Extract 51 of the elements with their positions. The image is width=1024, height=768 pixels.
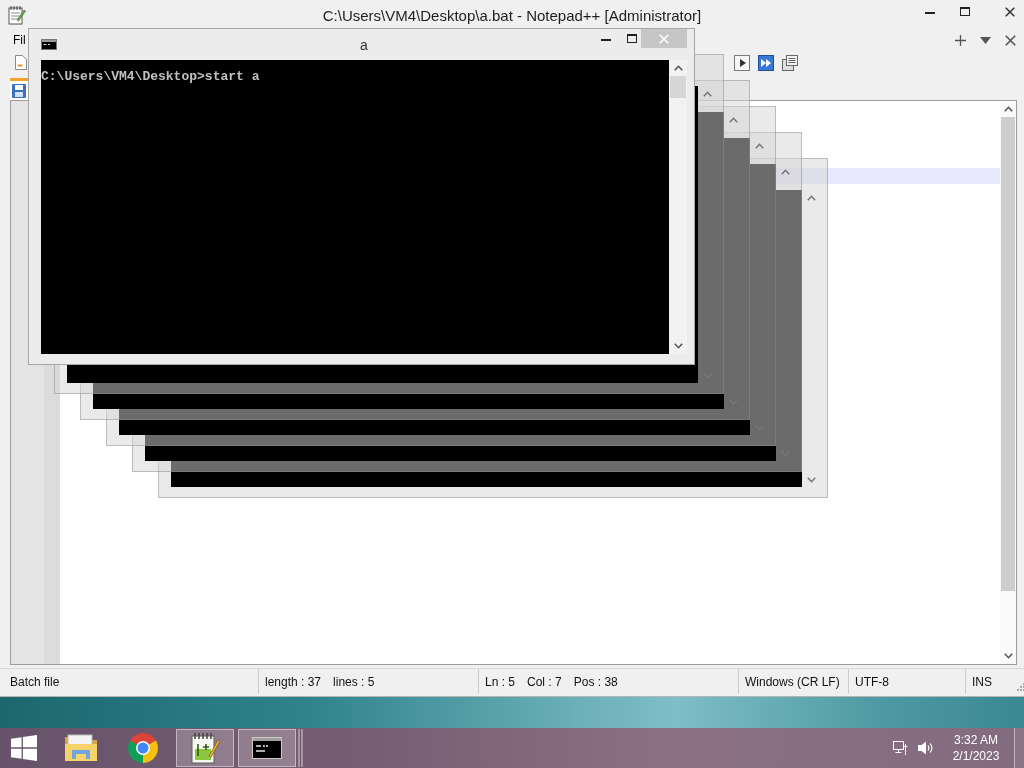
vertical-scrollbar[interactable] <box>669 60 687 354</box>
terminal-icon <box>41 39 57 50</box>
windows-logo-icon <box>11 735 37 761</box>
scroll-down-icon[interactable] <box>1003 653 1013 659</box>
network-icon[interactable] <box>893 740 909 756</box>
scroll-up-icon[interactable] <box>673 65 683 71</box>
vertical-scrollbar[interactable] <box>1000 101 1016 664</box>
status-text: INS <box>972 674 992 689</box>
status-text: Pos : 38 <box>573 674 618 689</box>
scroll-up-icon[interactable] <box>702 91 712 97</box>
document-icon[interactable] <box>15 55 27 70</box>
caret-down-icon[interactable] <box>980 36 991 44</box>
play-icon[interactable] <box>734 54 750 71</box>
close-icon[interactable] <box>1005 34 1016 46</box>
scroll-up-icon[interactable] <box>754 143 764 149</box>
taskbar-button[interactable] <box>176 729 234 767</box>
status-text: length : 37 <box>265 674 322 689</box>
fast-forward-icon[interactable] <box>758 54 774 71</box>
notepad-icon <box>8 5 26 25</box>
folder-icon <box>64 733 98 763</box>
taskbar-clock[interactable]: 3:32 AM 2/1/2023 <box>946 729 1006 767</box>
volume-icon[interactable] <box>918 740 934 756</box>
maximize-icon[interactable] <box>627 34 637 43</box>
scrollbar-thumb[interactable] <box>1001 117 1015 591</box>
scroll-up-icon[interactable] <box>1003 106 1013 112</box>
status-text: UTF-8 <box>855 674 889 689</box>
scroll-up-icon[interactable] <box>806 195 816 201</box>
plus-icon[interactable] <box>955 34 966 46</box>
menu-item[interactable]: Fil <box>13 33 26 47</box>
scroll-up-icon[interactable] <box>780 169 790 175</box>
scroll-down-icon[interactable] <box>806 477 816 483</box>
browser-icon <box>127 732 159 764</box>
status-text: Batch file <box>10 674 60 689</box>
status-text: lines : 5 <box>333 674 375 689</box>
status-text: Col : 7 <box>527 674 562 689</box>
resize-grip-icon[interactable] <box>1015 681 1024 691</box>
close-icon[interactable] <box>1005 7 1015 17</box>
notepad-icon <box>190 732 220 764</box>
taskbar-button[interactable] <box>238 729 296 767</box>
scroll-down-icon[interactable] <box>673 343 683 349</box>
window-title: a <box>360 36 368 53</box>
maximize-icon[interactable] <box>960 7 970 16</box>
status-text: Windows (CR LF) <box>745 674 840 689</box>
status-text: Ln : 5 <box>485 674 516 689</box>
scroll-up-icon[interactable] <box>728 117 738 123</box>
scrollbar-thumb[interactable] <box>670 76 686 98</box>
window-list-icon[interactable] <box>782 54 798 71</box>
window-title: C:\Users\VM4\Desktop\a.bat - Notepad++ [Administrator] <box>322 6 702 24</box>
console-text: C:\Users\VM4\Desktop>start a <box>41 69 260 85</box>
terminal-icon <box>252 737 282 759</box>
file-tab[interactable] <box>10 78 28 100</box>
